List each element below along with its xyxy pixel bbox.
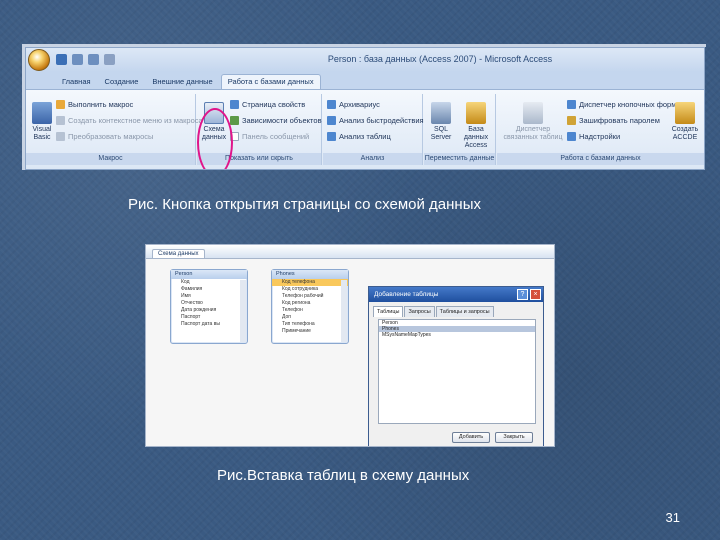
group-macro: Visual Basic Выполнить макрос Создать ко… [26, 94, 203, 165]
analyze-performance-button[interactable]: Анализ быстродействия [327, 116, 424, 125]
list-item[interactable]: MSysNameMapTypes [379, 332, 535, 338]
sql-server-icon [431, 102, 451, 124]
table-scrollbar[interactable] [240, 280, 246, 342]
ribbon-tabs: Главная Создание Внешние данные Работа с… [26, 72, 704, 89]
documenter-button[interactable]: Архивариус [327, 100, 380, 109]
run-macro-button[interactable]: Выполнить макрос [56, 100, 133, 109]
table-person-title: Person [171, 270, 247, 279]
linked-table-icon [523, 102, 543, 124]
page-number: 31 [665, 510, 680, 525]
dialog-title: Добавление таблицы [374, 291, 439, 298]
dialog-tabs: Таблицы Запросы Таблицы и запросы [369, 302, 543, 317]
access-ribbon-screenshot: Person : база данных (Access 2007) - Mic… [25, 47, 705, 170]
visual-basic-icon [32, 102, 52, 124]
dialog-footer: Добавить Закрыть [369, 432, 543, 443]
table-phones-title: Phones [272, 270, 348, 279]
tab-database-tools[interactable]: Работа с базами данных [220, 74, 321, 89]
add-button[interactable]: Добавить [452, 432, 490, 443]
group-label-move-data: Переместить данные [424, 153, 495, 165]
switchboard-icon [567, 100, 576, 109]
switchboard-manager-button[interactable]: Диспетчер кнопочных форм [567, 100, 676, 109]
schema-tab-bar: Схема данных [146, 245, 554, 259]
window-titlebar: Person : база данных (Access 2007) - Mic… [26, 48, 704, 72]
accde-icon [675, 102, 695, 124]
tab-external-data[interactable]: Внешние данные [146, 75, 218, 89]
make-accde-button[interactable]: Создать ACCDE [669, 102, 701, 142]
table-phones[interactable]: Phones Код телефона Код сотрудника Телеф… [271, 269, 349, 344]
group-move-data: SQL Server База данных Access Переместит… [424, 94, 496, 165]
documenter-icon [327, 100, 336, 109]
field-row[interactable]: Телефон рабочий [272, 293, 348, 300]
add-table-dialog: Добавление таблицы ? × Таблицы Запросы Т… [368, 286, 544, 446]
ribbon-panel: Visual Basic Выполнить макрос Создать ко… [26, 89, 704, 169]
tab-home[interactable]: Главная [56, 75, 97, 89]
object-dependencies-button[interactable]: Зависимости объектов [230, 116, 322, 125]
group-analyze: Архивариус Анализ быстродействия Анализ … [323, 94, 424, 165]
access-database-button[interactable]: База данных Access [458, 102, 494, 150]
field-row[interactable]: Код сотрудника [272, 286, 348, 293]
encrypt-password-button[interactable]: Зашифровать паролем [567, 116, 660, 125]
context-menu-macro-button[interactable]: Создать контекстное меню из макроса [56, 116, 203, 125]
tab-queries[interactable]: Запросы [404, 306, 435, 317]
sql-server-button[interactable]: SQL Server [427, 102, 455, 142]
field-row[interactable]: Код телефона [272, 279, 348, 286]
group-label-analyze: Анализ [323, 153, 422, 165]
convert-icon [56, 132, 65, 141]
table-scrollbar[interactable] [341, 280, 347, 342]
group-label-db-tools: Работа с базами данных [497, 153, 704, 165]
field-row[interactable]: Отчество [171, 300, 247, 307]
dependencies-icon [230, 116, 239, 125]
property-sheet-icon [230, 100, 239, 109]
tab-create[interactable]: Создание [99, 75, 145, 89]
field-row[interactable]: Код [171, 279, 247, 286]
group-label-macro: Макрос [26, 153, 195, 165]
highlight-ring [197, 108, 233, 169]
tab-tables[interactable]: Таблицы [373, 306, 404, 317]
help-icon[interactable]: ? [517, 289, 528, 300]
table-list[interactable]: Person Phones MSysNameMapTypes [378, 319, 536, 424]
dialog-titlebar: Добавление таблицы ? × [369, 287, 543, 302]
field-row[interactable]: Имя [171, 293, 247, 300]
convert-macros-button[interactable]: Преобразовать макросы [56, 132, 153, 141]
property-sheet-button[interactable]: Страница свойств [230, 100, 305, 109]
tab-schema[interactable]: Схема данных [152, 249, 205, 258]
lock-icon [567, 116, 576, 125]
close-icon[interactable]: × [530, 289, 541, 300]
analyze-table-button[interactable]: Анализ таблиц [327, 132, 391, 141]
field-row[interactable]: Дата рождения [171, 307, 247, 314]
access-database-icon [466, 102, 486, 124]
field-row[interactable]: Примечание [272, 328, 348, 335]
context-menu-icon [56, 116, 65, 125]
message-bar-checkbox[interactable]: Панель сообщений [230, 132, 309, 141]
schema-canvas: Person Код Фамилия Имя Отчество Дата рож… [146, 259, 554, 446]
schema-screenshot: Схема данных Person Код Фамилия Имя Отче… [145, 244, 555, 447]
field-row[interactable]: Телефон [272, 307, 348, 314]
addins-button[interactable]: Надстройки [567, 132, 620, 141]
field-row[interactable]: Фамилия [171, 286, 247, 293]
table-person[interactable]: Person Код Фамилия Имя Отчество Дата рож… [170, 269, 248, 344]
field-row[interactable]: Паспорт [171, 314, 247, 321]
linked-table-manager-button[interactable]: Диспетчер связанных таблиц [503, 102, 563, 142]
caption-bottom: Рис.Вставка таблиц в схему данных [217, 467, 470, 484]
addins-icon [567, 132, 576, 141]
field-row[interactable]: Паспорт дата вы [171, 321, 247, 328]
field-row[interactable]: Доп [272, 314, 348, 321]
tab-tables-and-queries[interactable]: Таблицы и запросы [435, 306, 494, 317]
field-row[interactable]: Код региона [272, 300, 348, 307]
run-macro-icon [56, 100, 65, 109]
visual-basic-button[interactable]: Visual Basic [30, 102, 54, 142]
field-row[interactable]: Тип телефона [272, 321, 348, 328]
window-title: Person : база данных (Access 2007) - Mic… [327, 54, 553, 64]
group-db-tools: Диспетчер связанных таблиц Диспетчер кно… [497, 94, 704, 165]
close-button[interactable]: Закрыть [495, 432, 533, 443]
performance-icon [327, 116, 336, 125]
caption-top: Рис. Кнопка открытия страницы со схемой … [128, 196, 481, 213]
table-analyze-icon [327, 132, 336, 141]
